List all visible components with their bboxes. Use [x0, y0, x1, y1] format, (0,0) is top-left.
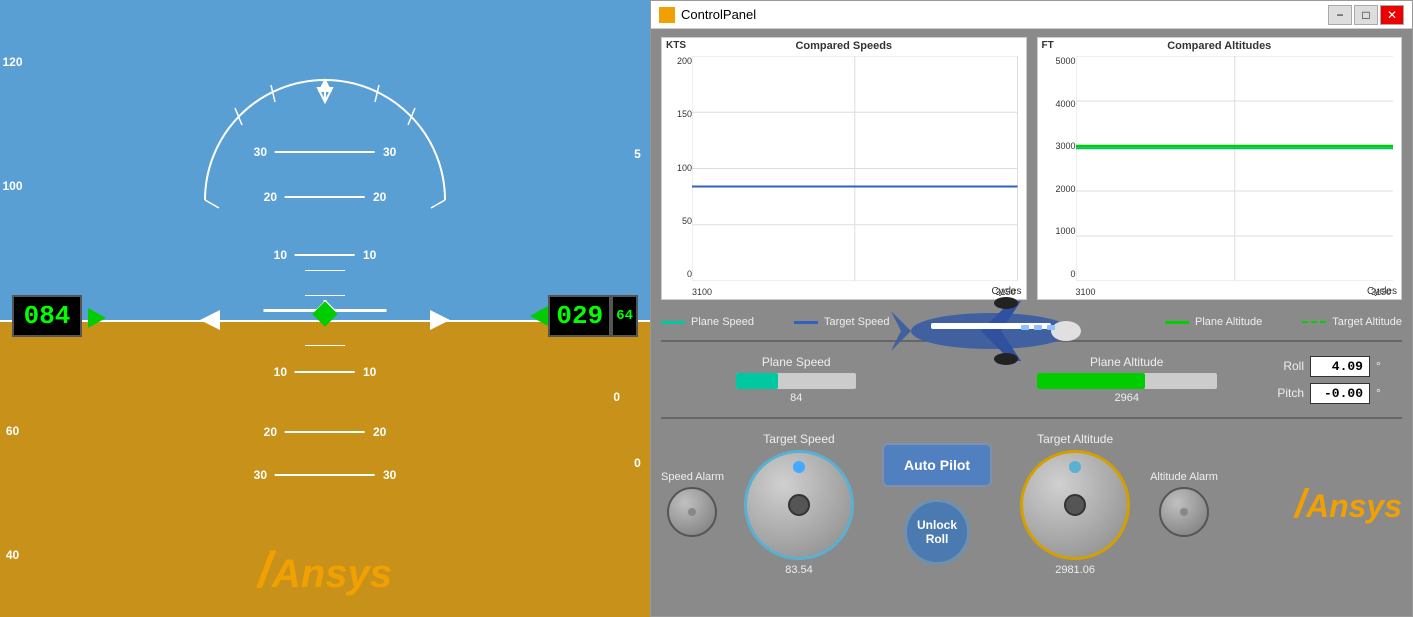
app-icon	[659, 7, 675, 23]
legend-target-altitude-line	[1302, 321, 1326, 324]
pitch-unit: °	[1376, 386, 1381, 400]
altitude-display: 029 64	[530, 295, 638, 337]
maximize-button[interactable]: □	[1354, 5, 1378, 25]
target-speed-group: Target Speed 83.54	[744, 432, 854, 576]
ansys-logo-left: / Ansys	[258, 545, 392, 597]
roll-label: Roll	[1272, 359, 1304, 373]
charts-area: Compared Speeds KTS Cycles 200 150 100 5…	[651, 29, 1412, 304]
roll-pitch-area: Roll 4.09 ° Pitch -0.00 °	[1272, 356, 1392, 404]
altitude-chart-title: Compared Altitudes	[1167, 40, 1271, 52]
speed-gauge-bar-fill	[736, 373, 778, 389]
horizon-left-triangle	[200, 310, 220, 330]
bank-indicator	[175, 60, 475, 220]
pitch-value: -0.00	[1310, 383, 1370, 404]
legend-plane-altitude-line	[1165, 321, 1189, 324]
target-speed-knob[interactable]	[744, 450, 854, 560]
target-speed-knob-dot	[793, 461, 805, 473]
center-controls: Auto Pilot Unlock Roll	[882, 443, 992, 565]
speed-chart-title: Compared Speeds	[795, 40, 892, 52]
pitch-row: Pitch -0.00 °	[1272, 383, 1392, 404]
target-altitude-value: 2981.06	[1055, 564, 1095, 576]
altitude-chart: Compared Altitudes FT Cycles 5000 4000 3…	[1037, 37, 1403, 300]
airplane-image	[881, 281, 1081, 401]
legend-target-altitude: Target Altitude	[1302, 316, 1402, 328]
speed-alarm-knob[interactable]	[667, 487, 717, 537]
speed-gauge-bar-bg	[736, 373, 856, 389]
title-bar: ControlPanel − □ ✕	[651, 1, 1412, 29]
speed-arrow	[88, 308, 106, 328]
unlock-roll-button[interactable]: Unlock Roll	[904, 499, 970, 565]
autopilot-button[interactable]: Auto Pilot	[882, 443, 992, 487]
control-panel: ControlPanel − □ ✕ Compared Speeds KTS C…	[650, 0, 1413, 617]
speed-alarm-group: Speed Alarm	[661, 471, 724, 537]
target-speed-knob-inner	[788, 494, 810, 516]
altitude-alarm-label: Altitude Alarm	[1150, 471, 1218, 483]
altitude-alarm-knob-dot	[1180, 508, 1188, 516]
legend-plane-altitude: Plane Altitude	[1165, 316, 1262, 328]
roll-row: Roll 4.09 °	[1272, 356, 1392, 377]
legend-plane-speed: Plane Speed	[661, 316, 754, 328]
altitude-y-label: FT	[1042, 40, 1054, 51]
target-speed-label: Target Speed	[763, 432, 834, 446]
speed-display: 084	[12, 295, 82, 337]
target-speed-value: 83.54	[785, 564, 813, 576]
speed-alarm-label: Speed Alarm	[661, 471, 724, 483]
legend-target-speed: Target Speed	[794, 316, 889, 328]
flight-instrument: 120 100 60 40 5 0 30 30 20 20 10 10 1	[0, 0, 650, 617]
minimize-button[interactable]: −	[1328, 5, 1352, 25]
target-altitude-group: Target Altitude 2981.06	[1020, 432, 1130, 576]
altitude-alarm-knob[interactable]	[1159, 487, 1209, 537]
window-controls[interactable]: − □ ✕	[1328, 5, 1404, 25]
target-altitude-knob[interactable]	[1020, 450, 1130, 560]
roll-value: 4.09	[1310, 356, 1370, 377]
speed-chart-svg	[692, 56, 1018, 281]
altitude-alarm-group: Altitude Alarm	[1150, 471, 1218, 537]
speed-chart: Compared Speeds KTS Cycles 200 150 100 5…	[661, 37, 1027, 300]
altitude-chart-svg	[1076, 56, 1394, 281]
window-title: ControlPanel	[681, 7, 756, 22]
pitch-label: Pitch	[1272, 386, 1304, 400]
target-altitude-knob-inner	[1064, 494, 1086, 516]
target-altitude-label: Target Altitude	[1037, 432, 1113, 446]
ansys-logo-right: / Ansys	[1295, 484, 1402, 525]
legend-plane-speed-line	[661, 321, 685, 324]
altitude-arrow	[530, 306, 548, 326]
bottom-section: Speed Alarm Target Speed 83.54 Auto Pilo…	[651, 419, 1412, 589]
speed-alarm-knob-dot	[688, 508, 696, 516]
roll-unit: °	[1376, 359, 1381, 373]
horizon-right-triangle	[430, 310, 450, 330]
close-button[interactable]: ✕	[1380, 5, 1404, 25]
legend-target-speed-line	[794, 321, 818, 324]
target-altitude-knob-dot	[1069, 461, 1081, 473]
speed-y-label: KTS	[666, 40, 686, 51]
